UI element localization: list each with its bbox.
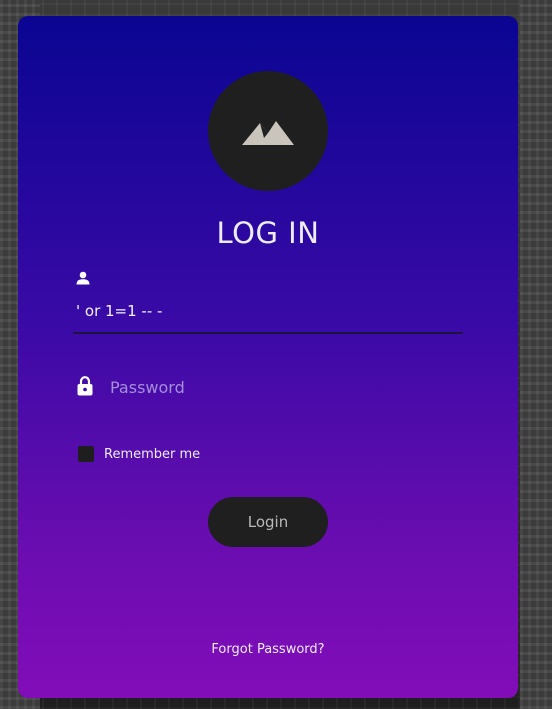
login-button[interactable]: Login: [208, 497, 328, 547]
user-icon: [76, 271, 90, 285]
username-underline: [73, 332, 463, 334]
forgot-password-link[interactable]: Forgot Password?: [18, 642, 518, 657]
page-title: LOG IN: [216, 216, 320, 250]
password-input[interactable]: [110, 376, 450, 398]
logo-avatar: [208, 71, 328, 191]
login-card: LOG IN Remember me Login Forgot Password…: [18, 16, 518, 698]
building-silhouette: [520, 0, 552, 709]
lock-icon: [77, 376, 93, 396]
remember-me-label: Remember me: [104, 446, 201, 462]
remember-me-checkbox[interactable]: [78, 446, 94, 462]
mountain-icon: [242, 121, 294, 145]
remember-me-row[interactable]: Remember me: [78, 446, 200, 462]
username-input[interactable]: [76, 300, 460, 322]
